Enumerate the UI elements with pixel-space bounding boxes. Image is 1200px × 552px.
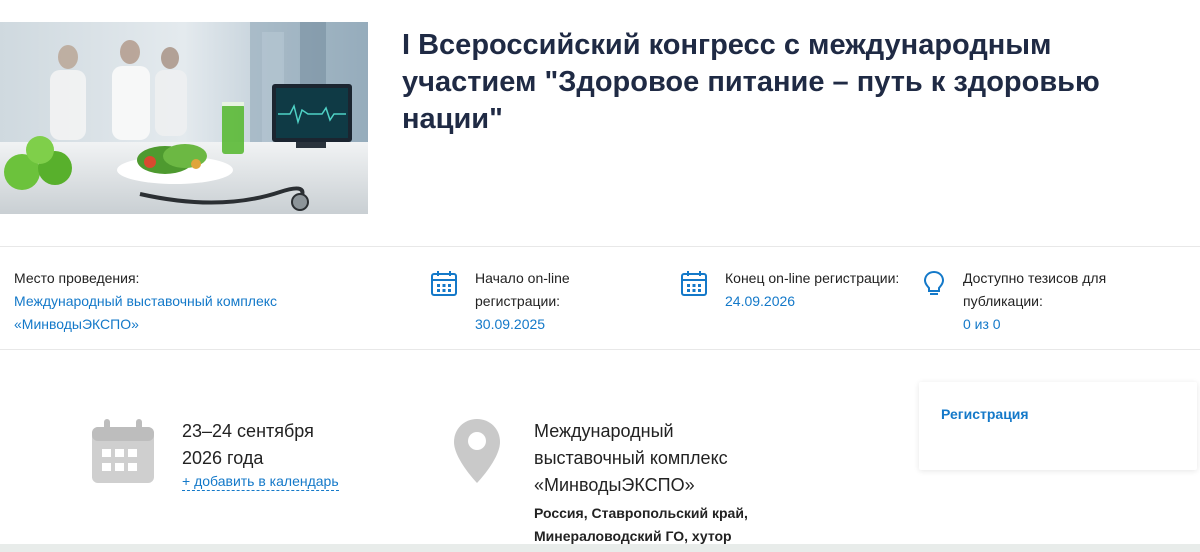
event-info-strip: Место проведения: Международный выставоч…	[0, 246, 1200, 350]
calendar-icon	[430, 269, 458, 297]
event-details: 23–24 сентября 2026 года + добавить в ка…	[0, 351, 1200, 552]
map-pin-icon	[452, 417, 502, 485]
event-banner-image	[0, 22, 368, 214]
calendar-icon	[90, 419, 156, 485]
footer-divider	[0, 544, 1200, 552]
add-to-calendar-link[interactable]: + добавить в календарь	[182, 472, 339, 491]
calendar-icon	[680, 269, 708, 297]
registration-panel: Регистрация	[919, 382, 1197, 470]
reg-end-label: Конец on-line регистрации:	[725, 270, 900, 286]
theses-info: Доступно тезисов для публикации: 0 из 0	[963, 267, 1183, 336]
reg-end-info: Конец on-line регистрации: 24.09.2026	[725, 267, 905, 313]
event-dates: 23–24 сентября 2026 года	[182, 421, 314, 468]
theses-value: 0 из 0	[963, 316, 1001, 332]
reg-end-value: 24.09.2026	[725, 293, 796, 309]
registration-link[interactable]: Регистрация	[941, 406, 1029, 422]
venue-info: Место проведения: Международный выставоч…	[14, 267, 334, 336]
event-header: I Всероссийский конгресс с международным…	[0, 0, 1200, 246]
event-title: I Всероссийский конгресс с международным…	[402, 29, 1100, 135]
venue-link[interactable]: Международный выставочный комплекс «Минв…	[14, 290, 334, 336]
theses-label: Доступно тезисов для публикации:	[963, 270, 1107, 309]
reg-start-info: Начало on-line регистрации: 30.09.2025	[475, 267, 655, 336]
venue-label: Место проведения:	[14, 270, 140, 286]
lightbulb-icon	[920, 269, 948, 297]
reg-start-value: 30.09.2025	[475, 316, 546, 332]
venue-address: Россия, Ставропольский край, Минераловод…	[534, 505, 748, 544]
venue-name: Международный выставочный комплекс «Минв…	[534, 421, 728, 495]
reg-start-label: Начало on-line регистрации:	[475, 270, 570, 309]
